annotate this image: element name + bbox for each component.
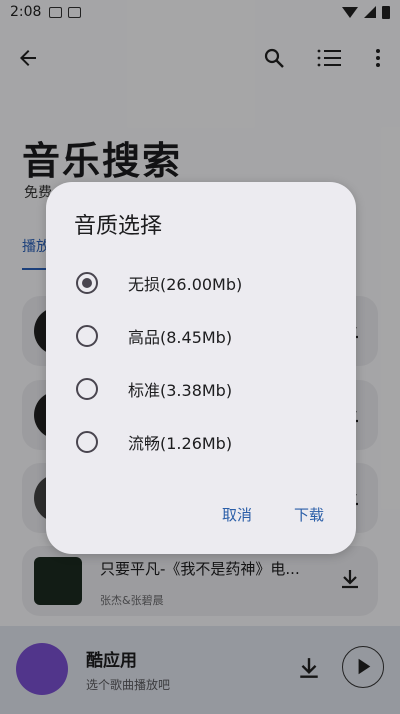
option-label: 高品(8.45Mb) [128,328,233,347]
radio-button[interactable] [76,325,98,347]
dialog-title: 音质选择 [74,214,163,239]
option-label: 无损(26.00Mb) [128,275,243,294]
quality-dialog: 音质选择 无损(26.00Mb) 高品(8.45Mb) 标准(3.38Mb) 流… [46,182,356,554]
option-label: 流畅(1.26Mb) [128,434,233,453]
quality-option-high[interactable]: 高品(8.45Mb) [46,312,356,360]
option-label: 标准(3.38Mb) [128,381,233,400]
dialog-actions: 取消 下载 [216,500,330,529]
radio-button[interactable] [76,378,98,400]
cancel-button[interactable]: 取消 [216,500,258,529]
radio-button[interactable] [76,272,98,294]
radio-button[interactable] [76,431,98,453]
quality-option-smooth[interactable]: 流畅(1.26Mb) [46,418,356,466]
quality-option-standard[interactable]: 标准(3.38Mb) [46,365,356,413]
download-confirm-button[interactable]: 下载 [288,500,330,529]
quality-option-lossless[interactable]: 无损(26.00Mb) [46,259,356,307]
